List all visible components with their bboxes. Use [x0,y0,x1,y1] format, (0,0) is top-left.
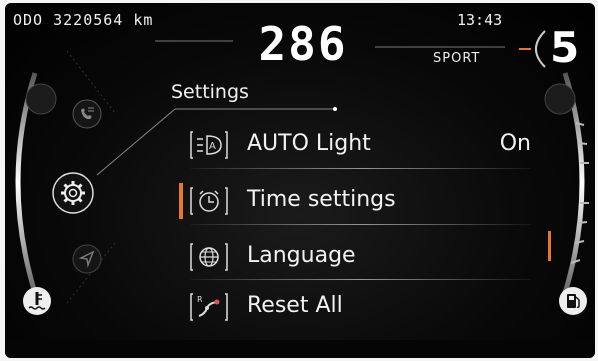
navigation-icon[interactable] [71,243,103,275]
bottom-bar [5,340,595,358]
speedometer-value: 286 [258,17,348,71]
odometer: ODO 3220564 km [13,11,154,29]
divider [191,168,531,169]
menu-item-label: Language [247,243,356,268]
dashboard-screen: ODO 3220564 km 13:43 286 SPORT 5 Setting… [5,3,595,358]
menu-item-auto-light[interactable]: A AUTO Light On [183,121,535,167]
phone-icon[interactable] [71,98,103,130]
auto-light-icon: A [189,130,229,160]
menu-item-language[interactable]: Language [183,233,535,279]
menu-item-time-settings[interactable]: Time settings [183,177,535,223]
svg-text:A: A [209,141,216,152]
clock: 13:43 [457,11,503,29]
gear-indicator: 5 [550,23,580,72]
fuel-icon [557,285,589,317]
settings-title: Settings [171,81,249,103]
auto-light-value: On [499,131,531,156]
divider [191,279,531,280]
reset-icon: R [189,292,229,322]
menu-item-label: AUTO Light [247,131,371,156]
gear-icon[interactable] [51,171,95,215]
coolant-temp-icon [21,285,53,317]
menu-item-label: Time settings [247,187,396,212]
drive-mode: SPORT [433,51,481,66]
divider [191,224,531,225]
scroll-indicator [548,231,551,261]
menu-item-reset-all[interactable]: R Reset All [183,283,535,329]
clock-icon [189,186,229,216]
menu-item-label: Reset All [247,293,343,318]
svg-text:R: R [197,295,203,304]
globe-icon [189,242,229,272]
